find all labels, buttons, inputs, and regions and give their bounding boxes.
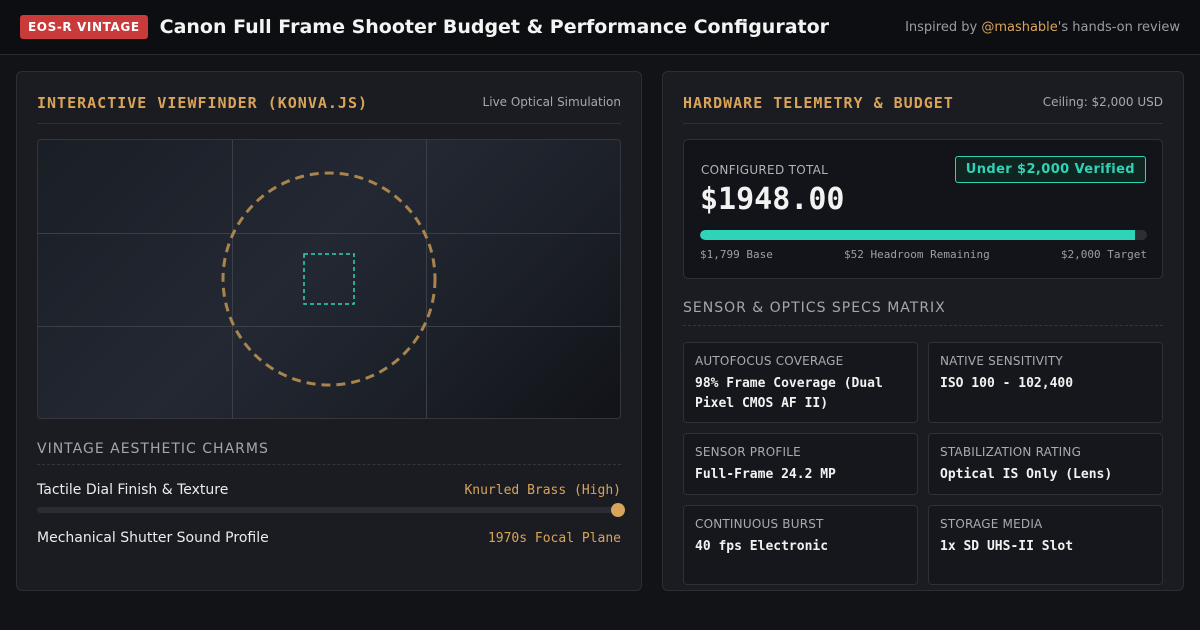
spec-value: Full-Frame 24.2 MP [695,467,836,482]
charms-divider [37,464,621,465]
telemetry-panel-header: HARDWARE TELEMETRY & BUDGET Ceiling: $2,… [683,92,1163,124]
budget-progress-fill [700,230,1136,240]
slider-thumb[interactable] [611,503,625,517]
spec-card-autofocus: AUTOFOCUS COVERAGE 98% Frame Coverage (D… [683,342,918,423]
budget-headroom-label: $52 Headroom Remaining [844,248,990,261]
charm-label: Mechanical Shutter Sound Profile [37,530,269,546]
credit-line: Inspired by @mashable's hands-on review [905,20,1180,35]
telemetry-panel: HARDWARE TELEMETRY & BUDGET Ceiling: $2,… [662,71,1184,591]
credit-handle-link[interactable]: @mashable [981,20,1057,35]
spec-value: Optical IS Only (Lens) [940,467,1113,482]
budget-legend: $1,799 Base $52 Headroom Remaining $2,00… [700,248,1147,261]
af-point-box[interactable] [303,253,355,305]
viewfinder-canvas[interactable] [37,139,621,419]
charms-heading: VINTAGE AESTHETIC CHARMS [37,441,269,457]
spec-card-stabilization: STABILIZATION RATING Optical IS Only (Le… [928,433,1163,495]
viewfinder-panel-meta: Live Optical Simulation [482,95,621,109]
page-title: Canon Full Frame Shooter Budget & Perfor… [159,16,830,38]
spec-key: AUTOFOCUS COVERAGE [695,354,844,368]
spec-card-sensor: SENSOR PROFILE Full-Frame 24.2 MP [683,433,918,495]
viewfinder-panel: INTERACTIVE VIEWFINDER (KONVA.JS) Live O… [16,71,642,591]
budget-progress-bar [700,230,1147,240]
viewfinder-overlay [38,140,620,418]
charm-row-shutter: Mechanical Shutter Sound Profile 1970s F… [37,530,621,546]
top-bar: EOS-R VINTAGE Canon Full Frame Shooter B… [0,0,1200,55]
charm-label: Tactile Dial Finish & Texture [37,482,229,498]
budget-card: CONFIGURED TOTAL $1948.00 Under $2,000 V… [683,139,1163,279]
spec-key: SENSOR PROFILE [695,445,801,459]
charm-value: Knurled Brass (High) [464,483,621,498]
status-badge: Under $2,000 Verified [954,156,1146,183]
spec-value: 1x SD UHS-II Slot [940,539,1074,554]
spec-value: 40 fps Electronic [695,539,829,554]
spec-key: STABILIZATION RATING [940,445,1082,459]
spec-card-burst: CONTINUOUS BURST 40 fps Electronic [683,505,918,585]
charm-value: 1970s Focal Plane [487,531,621,546]
viewfinder-panel-header: INTERACTIVE VIEWFINDER (KONVA.JS) Live O… [37,92,621,124]
credit-prefix: Inspired by [905,19,982,35]
dial-finish-slider[interactable] [37,503,625,517]
spec-key: NATIVE SENSITIVITY [940,354,1063,368]
charm-row-dial: Tactile Dial Finish & Texture Knurled Br… [37,482,621,498]
specs-heading: SENSOR & OPTICS SPECS MATRIX [683,300,946,316]
spec-value: 98% Frame Coverage (Dual Pixel CMOS AF I… [695,376,883,411]
budget-base-label: $1,799 Base [700,248,773,261]
budget-total: $1948.00 [700,182,845,217]
spec-key: CONTINUOUS BURST [695,517,824,531]
spec-value: ISO 100 - 102,400 [940,376,1074,391]
spec-card-sensitivity: NATIVE SENSITIVITY ISO 100 - 102,400 [928,342,1163,423]
budget-label: CONFIGURED TOTAL [701,163,829,177]
viewfinder-panel-title: INTERACTIVE VIEWFINDER (KONVA.JS) [37,94,369,112]
edition-badge: EOS-R VINTAGE [20,15,148,39]
budget-ceiling: Ceiling: $2,000 USD [1042,95,1163,109]
credit-suffix: 's hands-on review [1057,19,1180,35]
budget-target-label: $2,000 Target [1060,248,1147,261]
spec-key: STORAGE MEDIA [940,517,1043,531]
focus-ring[interactable] [221,171,437,387]
telemetry-panel-title: HARDWARE TELEMETRY & BUDGET [683,94,954,112]
spec-card-storage: STORAGE MEDIA 1x SD UHS-II Slot [928,505,1163,585]
specs-divider [683,325,1163,326]
